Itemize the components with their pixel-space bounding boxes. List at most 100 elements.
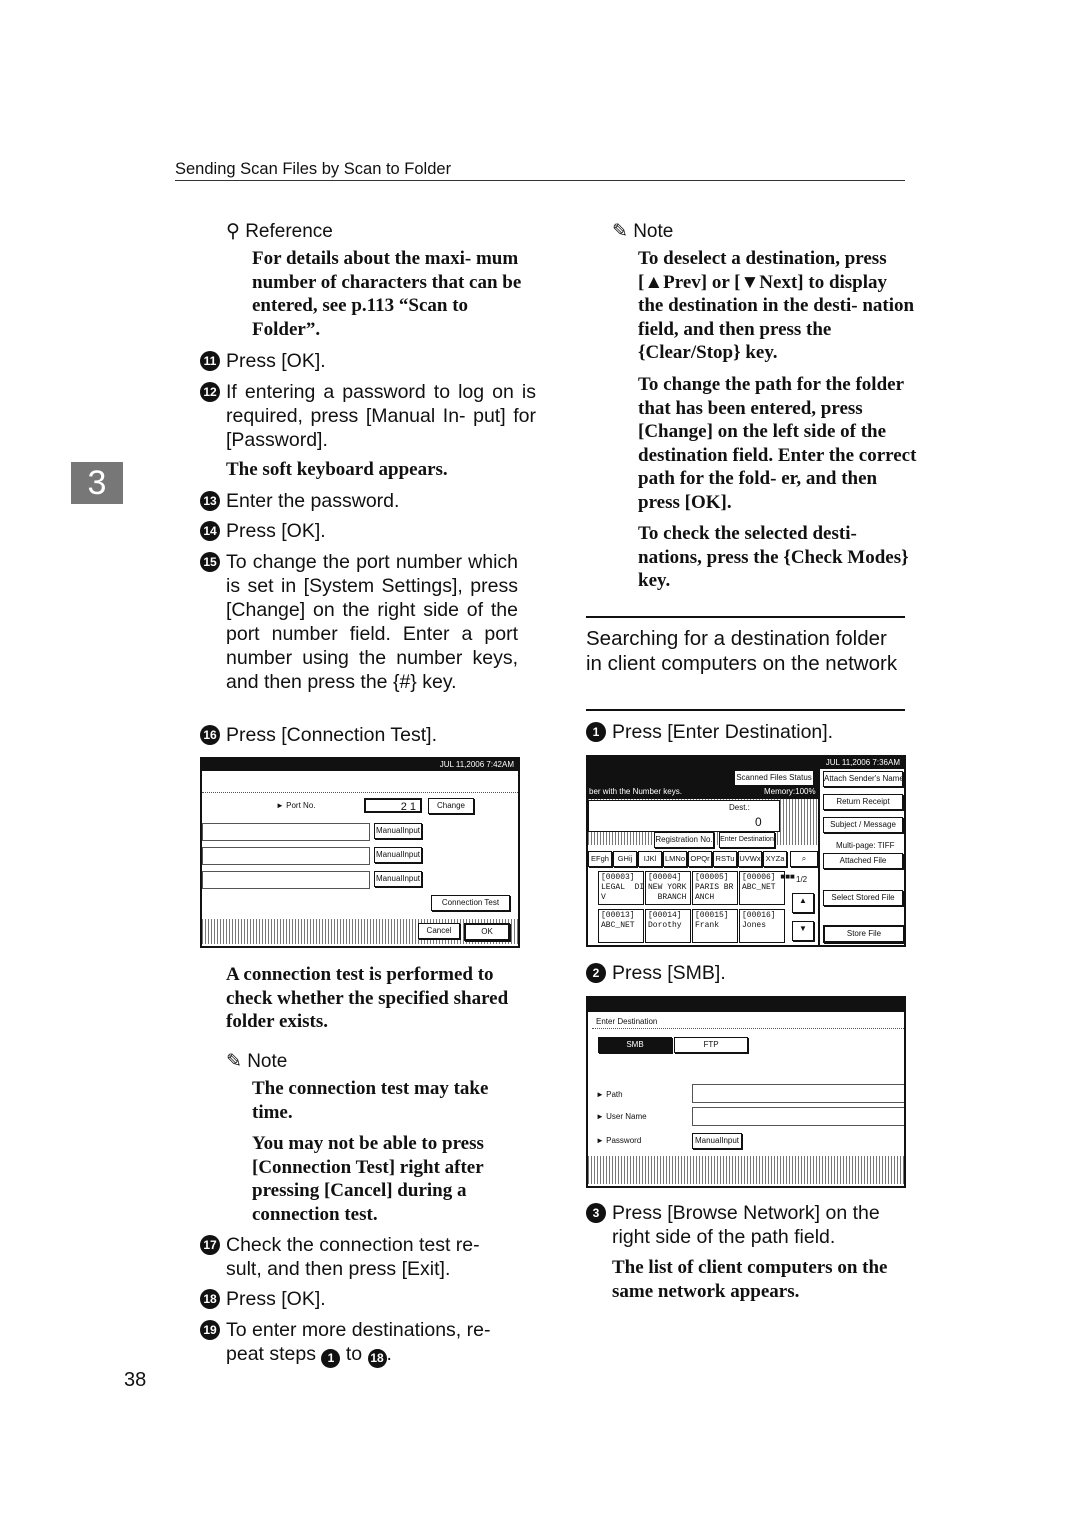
cancel-button[interactable]: Cancel bbox=[418, 923, 460, 939]
arrow-up-icon: ▲ bbox=[799, 896, 807, 905]
step-ref: 18 bbox=[367, 1349, 387, 1368]
index-tab[interactable]: GHij bbox=[613, 851, 637, 867]
attached-file-button[interactable]: Attached File bbox=[823, 853, 903, 869]
note-item: You may not be able to press [Connection… bbox=[252, 1133, 484, 1225]
text-field[interactable] bbox=[202, 823, 370, 841]
manual-input-button[interactable]: ManualInput bbox=[374, 871, 422, 887]
note-item: To deselect a destination, press [▲Prev]… bbox=[638, 248, 915, 363]
divider bbox=[202, 792, 518, 793]
index-tab[interactable]: RSTu bbox=[713, 851, 737, 867]
change-button[interactable]: Change bbox=[428, 798, 474, 814]
divider bbox=[592, 1028, 904, 1029]
index-tab[interactable]: EFgh bbox=[588, 851, 612, 867]
manual-page: Sending Scan Files by Scan to Folder 3 3… bbox=[0, 0, 1080, 1528]
step-number: 16 bbox=[200, 725, 220, 745]
step-ref: 1 bbox=[321, 1349, 341, 1368]
step-14: 14 Press [OK]. bbox=[200, 519, 326, 543]
header-rule bbox=[175, 180, 905, 181]
password-label: ► Password bbox=[596, 1136, 642, 1145]
memory-status: Memory:100% bbox=[764, 787, 816, 796]
step-text: Enter the password. bbox=[226, 490, 400, 512]
note-item: To check the selected desti- nations, pr… bbox=[638, 523, 909, 591]
destination-key[interactable]: [00003] LEGAL DI V bbox=[598, 871, 644, 905]
page-number: 38 bbox=[124, 1369, 147, 1391]
manual-input-button[interactable]: ManualInput bbox=[374, 823, 422, 839]
step-text: If entering a password to log on is requ… bbox=[226, 381, 536, 451]
note-item: The connection test may take time. bbox=[252, 1078, 489, 1123]
subject-message-button[interactable]: Subject / Message bbox=[823, 817, 903, 833]
step-text: Press [Enter Destination]. bbox=[612, 721, 834, 743]
manual-input-button[interactable]: ManualInput bbox=[692, 1133, 742, 1149]
status-bar bbox=[588, 998, 904, 1012]
step-number: 3 bbox=[586, 1203, 606, 1223]
return-receipt-button[interactable]: Return Receipt bbox=[823, 794, 903, 810]
step-text: Press [OK]. bbox=[226, 1288, 326, 1310]
destination-key[interactable]: [00006] ■■■ ABC_NET bbox=[739, 871, 795, 905]
footer-pattern bbox=[588, 1156, 904, 1184]
store-file-button[interactable]: Store File bbox=[823, 925, 904, 943]
path-label: ► Path bbox=[596, 1090, 623, 1099]
note-heading: ✎ Note bbox=[612, 220, 673, 244]
page-indicator: 1/2 bbox=[796, 875, 808, 884]
chapter-tab: 3 bbox=[71, 462, 123, 504]
step-3-result: The list of client computers on the same… bbox=[612, 1257, 888, 1302]
divider bbox=[818, 769, 820, 945]
step-number: 14 bbox=[200, 521, 220, 541]
index-tab[interactable]: UVWx bbox=[738, 851, 762, 867]
smb-button[interactable]: SMB bbox=[598, 1037, 672, 1053]
step-text: To change the port number which is set i… bbox=[226, 551, 518, 693]
path-field[interactable] bbox=[692, 1084, 904, 1103]
step-number: 11 bbox=[200, 351, 220, 371]
search-button[interactable]: ⌕ bbox=[790, 851, 818, 867]
step-text: Press [SMB]. bbox=[612, 962, 726, 984]
destination-key[interactable]: [00005] PARIS BR ANCH bbox=[692, 871, 738, 905]
ftp-button[interactable]: FTP bbox=[674, 1037, 748, 1053]
prev-button[interactable]: ▲ bbox=[792, 893, 814, 913]
destination-key[interactable]: [00014] Dorothy bbox=[645, 909, 691, 943]
step-13: 13 Enter the password. bbox=[200, 489, 400, 513]
search-icon: ⌕ bbox=[801, 854, 807, 863]
user-name-field[interactable] bbox=[692, 1107, 904, 1126]
text-field[interactable] bbox=[202, 847, 370, 865]
step-text: to bbox=[345, 1343, 363, 1365]
port-field[interactable]: 2 1 bbox=[364, 798, 422, 813]
index-tab[interactable]: OPQr bbox=[688, 851, 712, 867]
index-tab[interactable]: XYZa bbox=[763, 851, 787, 867]
destination-key[interactable]: [00015] Frank bbox=[692, 909, 738, 943]
screen-address-book: JUL 11,2006 7:36AM Scanned Files Status … bbox=[586, 755, 906, 947]
destination-field: Dest.: 0 bbox=[588, 800, 780, 832]
reference-heading: ⚲ Reference bbox=[226, 220, 333, 244]
step-19: 19 To enter more destinations, re- peat s… bbox=[200, 1318, 518, 1368]
manual-input-button[interactable]: ManualInput bbox=[374, 847, 422, 863]
attach-sender-name-button[interactable]: Attach Sender's Name bbox=[823, 771, 904, 787]
step-number: 19 bbox=[200, 1320, 220, 1340]
select-stored-file-button[interactable]: Select Stored File bbox=[823, 890, 903, 906]
connection-test-button[interactable]: Connection Test bbox=[431, 895, 510, 911]
step-12: 12 If entering a password to log on is re… bbox=[200, 380, 536, 452]
step-number: 18 bbox=[200, 1289, 220, 1309]
step-text: Press [Connection Test]. bbox=[226, 724, 437, 746]
ok-button[interactable]: OK bbox=[464, 923, 510, 941]
step-number: 1 bbox=[586, 722, 606, 742]
user-name-label: ► User Name bbox=[596, 1112, 647, 1121]
next-button[interactable]: ▼ bbox=[792, 921, 814, 941]
destination-key[interactable]: [00013] ABC_NET bbox=[598, 909, 644, 943]
screen-enter-destination: Enter Destination SMB FTP ► Path ► User … bbox=[586, 996, 906, 1188]
note-icon: ✎ bbox=[612, 221, 628, 242]
text-field[interactable] bbox=[202, 871, 370, 889]
destination-key[interactable]: [00016] Jones bbox=[739, 909, 785, 943]
scanned-files-status-button[interactable]: Scanned Files Status bbox=[734, 770, 814, 786]
destination-key[interactable]: [00004] NEW YORK BRANCH bbox=[645, 871, 691, 905]
dest-label: Dest.: bbox=[729, 803, 750, 812]
enter-destination-button[interactable]: Enter Destination bbox=[719, 832, 775, 848]
registration-no-button[interactable]: Registration No. bbox=[654, 832, 714, 848]
running-header: Sending Scan Files by Scan to Folder bbox=[175, 160, 452, 178]
step-12-result: The soft keyboard appears. bbox=[226, 459, 448, 480]
index-tab[interactable]: IJKl bbox=[638, 851, 662, 867]
instruction-text: ber with the Number keys. bbox=[589, 787, 682, 796]
step-text: Press [OK]. bbox=[226, 520, 326, 542]
index-tab[interactable]: LMNo bbox=[663, 851, 687, 867]
dest-count: 0 bbox=[755, 815, 762, 829]
step-number: 13 bbox=[200, 491, 220, 511]
multipage-label: Multi-page: TIFF bbox=[836, 841, 895, 850]
